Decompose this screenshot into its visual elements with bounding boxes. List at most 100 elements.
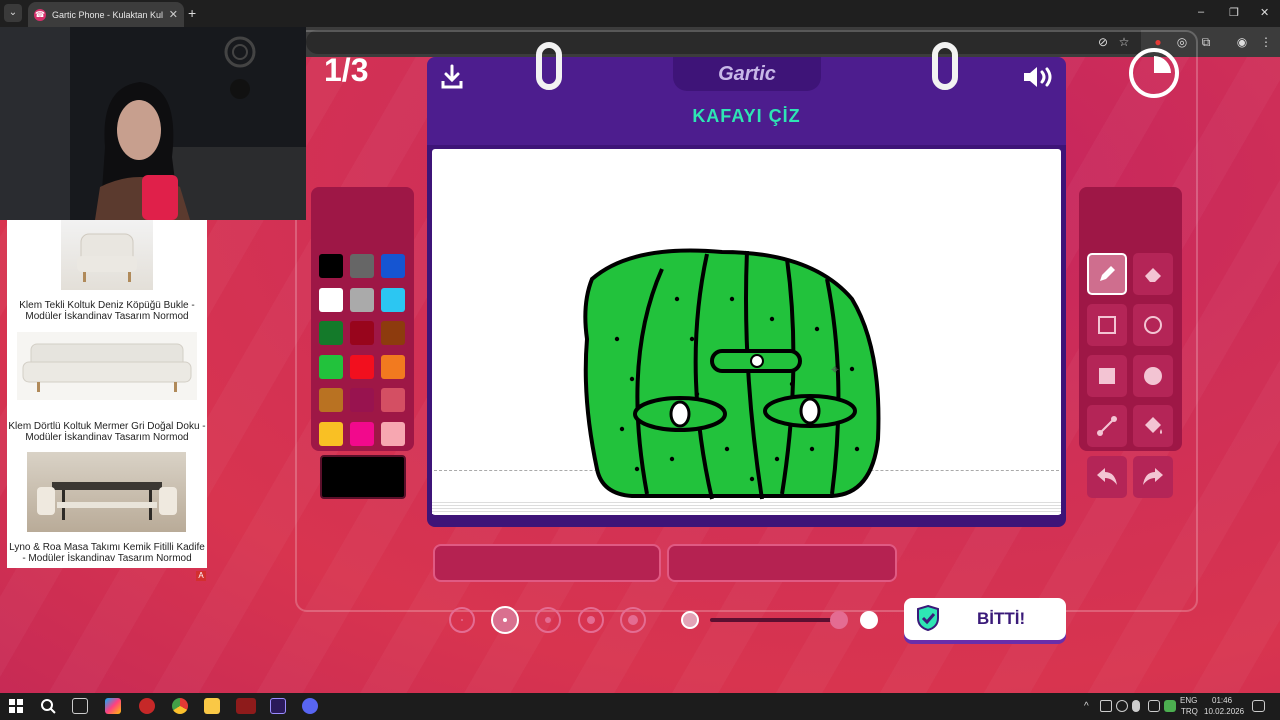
color-swatch[interactable] xyxy=(381,354,405,379)
color-swatch[interactable] xyxy=(350,254,374,278)
windows-start-icon[interactable] xyxy=(8,698,24,714)
opacity-max-icon xyxy=(860,611,878,629)
new-tab-button[interactable]: + xyxy=(188,5,196,21)
file-explorer-icon[interactable] xyxy=(204,698,220,714)
discord-icon[interactable] xyxy=(302,698,318,714)
tray-language[interactable]: ENG xyxy=(1180,696,1197,705)
ad-image-dining-set[interactable] xyxy=(27,452,186,532)
color-swatch[interactable] xyxy=(381,321,405,345)
notifications-icon[interactable] xyxy=(1252,700,1265,712)
circle-fill-tool-button[interactable] xyxy=(1133,355,1173,397)
extensions-puzzle-icon[interactable]: ⧉ xyxy=(1198,34,1214,50)
drawing-prompt: KAFAYI ÇİZ xyxy=(692,106,801,126)
line-icon xyxy=(1097,416,1117,436)
ad-caption-1[interactable]: Klem Tekli Koltuk Deniz Köpüğü Bukle - M… xyxy=(7,300,207,322)
opacity-track[interactable] xyxy=(710,618,840,622)
rect-outline-tool-button[interactable] xyxy=(1087,304,1127,346)
selected-color-preview[interactable] xyxy=(320,455,406,499)
color-swatch[interactable] xyxy=(319,421,343,446)
rect-fill-tool-button[interactable] xyxy=(1087,355,1127,397)
logo-text: Gartic xyxy=(718,62,776,85)
undo-icon xyxy=(1097,468,1117,485)
tray-date[interactable]: 10.02.2026 xyxy=(1204,707,1244,716)
webcam-streamer-image xyxy=(0,27,306,220)
chrome-icon[interactable] xyxy=(172,698,188,714)
tray-mic-icon[interactable] xyxy=(1132,700,1140,712)
sofa-image-icon xyxy=(22,343,192,392)
redo-icon xyxy=(1143,468,1163,485)
volume-icon[interactable] xyxy=(1022,64,1056,90)
color-swatch[interactable] xyxy=(381,421,405,446)
eraser-icon xyxy=(1145,268,1161,282)
brush-size-dot-icon xyxy=(503,618,507,622)
eraser-tool-button[interactable] xyxy=(1133,253,1173,295)
color-swatch[interactable] xyxy=(350,321,374,345)
color-swatch[interactable] xyxy=(319,388,343,412)
ad-choices-badge[interactable]: A xyxy=(196,571,206,581)
redo-button[interactable] xyxy=(1133,456,1173,498)
color-swatch[interactable] xyxy=(350,388,374,412)
tray-battery-icon[interactable] xyxy=(1100,700,1112,712)
ad-caption-3[interactable]: Lyno & Roa Masa Takımı Kemik Fitilli Kad… xyxy=(7,542,207,564)
copilot-icon[interactable] xyxy=(105,698,121,714)
color-swatch[interactable] xyxy=(350,354,374,379)
crosshair-cursor-icon: ⌖ xyxy=(831,361,839,377)
timer-icon xyxy=(1129,48,1179,98)
profile-avatar-icon[interactable]: ◉ xyxy=(1234,34,1250,50)
task-view-icon[interactable] xyxy=(72,698,88,714)
window-minimize-button[interactable]: – xyxy=(1198,6,1204,18)
dining-set-image-icon xyxy=(37,482,177,520)
circle-outline-tool-button[interactable] xyxy=(1133,304,1173,346)
tray-time[interactable]: 01:46 xyxy=(1212,696,1232,705)
ad-caption-2[interactable]: Klem Dörtlü Koltuk Mermer Gri Doğal Doku… xyxy=(7,421,207,443)
browser-menu-icon[interactable]: ⋮ xyxy=(1258,34,1274,50)
window-close-button[interactable]: ✕ xyxy=(1260,6,1269,19)
color-swatch[interactable] xyxy=(381,287,405,312)
search-icon[interactable] xyxy=(40,698,56,714)
bucket-tool-button[interactable] xyxy=(1133,405,1173,447)
browser-tabstrip: ⌄ ☎ Gartic Phone - Kulaktan Kulağa ✕ + –… xyxy=(0,0,1280,27)
brush-size-dot-icon xyxy=(545,617,551,623)
color-swatch[interactable] xyxy=(319,287,343,312)
round-counter: 1/3 xyxy=(324,52,369,88)
color-swatch[interactable] xyxy=(319,254,343,278)
color-swatch[interactable] xyxy=(350,287,374,312)
opacity-slider-handle[interactable] xyxy=(830,611,848,629)
right-eye-pupil xyxy=(799,397,821,425)
ad-image-sofa[interactable] xyxy=(17,332,197,400)
pencil-tool-button[interactable] xyxy=(1087,253,1127,295)
rect-fill-icon xyxy=(1099,368,1115,384)
circle-fill-icon xyxy=(1144,367,1162,385)
app-icon-red[interactable] xyxy=(139,698,155,714)
tray-layout[interactable]: TRQ xyxy=(1181,707,1198,716)
premiere-icon[interactable] xyxy=(270,698,286,714)
tray-chevron-icon[interactable]: ^ xyxy=(1084,701,1089,712)
pencil-icon xyxy=(1100,266,1115,281)
color-swatch[interactable] xyxy=(381,254,405,278)
color-swatch[interactable] xyxy=(319,354,343,379)
third-eye-pupil xyxy=(750,354,764,368)
tray-speaker-icon[interactable] xyxy=(1116,700,1128,712)
left-eye-pupil xyxy=(669,400,691,428)
tab-search-button[interactable]: ⌄ xyxy=(4,4,22,22)
player-drawing xyxy=(583,248,881,500)
window-restore-button[interactable]: ❐ xyxy=(1229,6,1239,19)
undo-button[interactable] xyxy=(1087,456,1127,498)
line-tool-button[interactable] xyxy=(1087,405,1127,447)
done-button[interactable]: BİTTİ! xyxy=(904,598,1066,640)
ad-panel[interactable]: Klem Tekli Koltuk Deniz Köpüğü Bukle - M… xyxy=(7,220,207,568)
color-swatch[interactable] xyxy=(350,421,374,446)
opacity-min-icon xyxy=(681,611,699,629)
color-swatch[interactable] xyxy=(319,321,343,345)
ad-image-armchair[interactable] xyxy=(61,220,153,290)
rect-outline-icon xyxy=(1098,316,1116,334)
check-badge-icon xyxy=(917,604,939,632)
notebook-ring-right xyxy=(932,42,958,90)
download-icon[interactable] xyxy=(440,64,464,90)
tray-display-icon[interactable] xyxy=(1148,700,1160,712)
voicemeeter-icon[interactable] xyxy=(236,698,256,714)
browser-tab-gartic[interactable]: ☎ Gartic Phone - Kulaktan Kulağa ✕ xyxy=(28,2,184,27)
tab-close-icon[interactable]: ✕ xyxy=(169,8,178,21)
color-swatch[interactable] xyxy=(381,388,405,412)
tray-app-icon[interactable] xyxy=(1164,700,1176,712)
